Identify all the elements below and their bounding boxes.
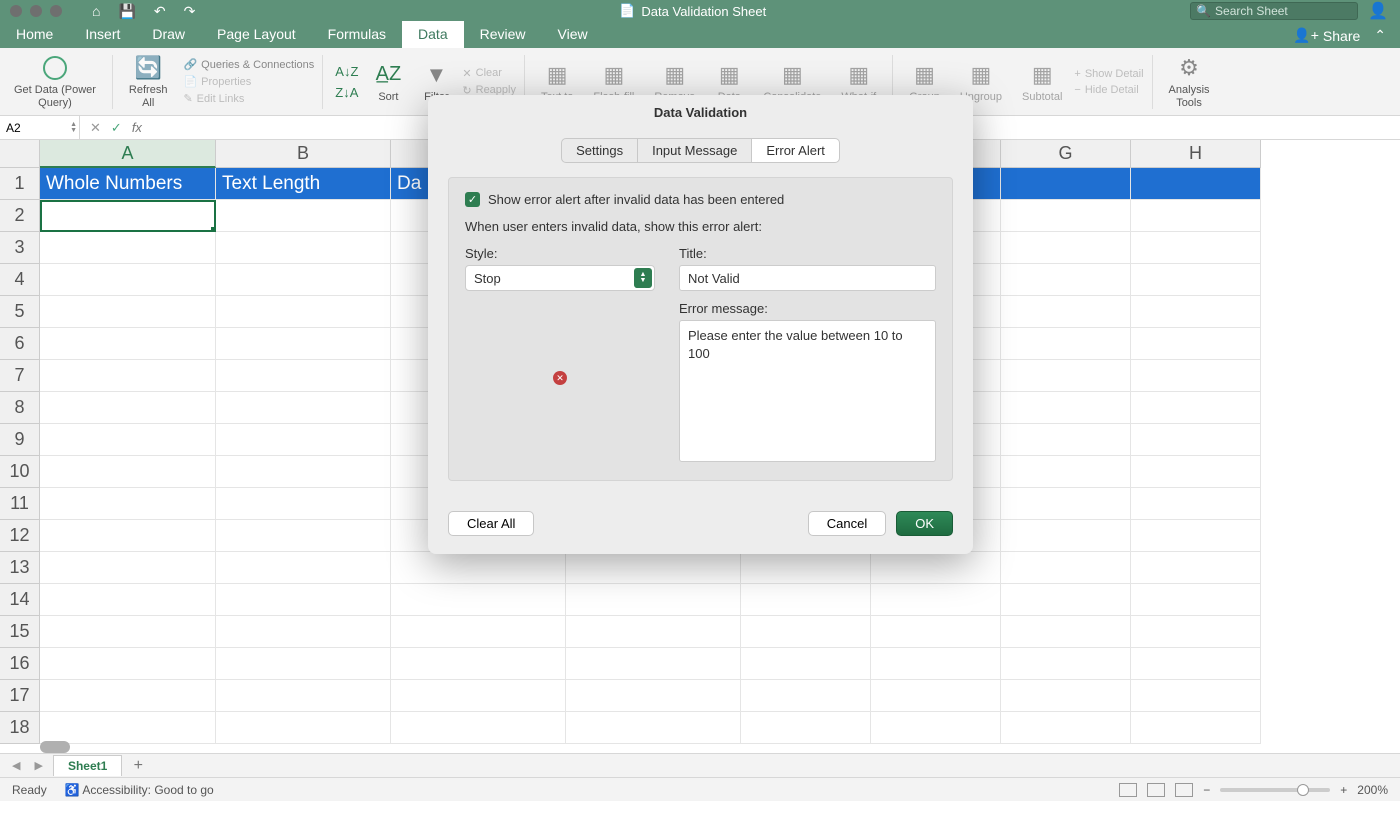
error-message-label: Error message: xyxy=(679,301,936,316)
clear-all-button[interactable]: Clear All xyxy=(448,511,534,536)
style-select[interactable]: Stop ▲▼ xyxy=(465,265,655,291)
title-label: Title: xyxy=(679,246,936,261)
show-error-alert-label: Show error alert after invalid data has … xyxy=(488,192,784,207)
tab-error-alert[interactable]: Error Alert xyxy=(752,138,840,163)
instruction-text: When user enters invalid data, show this… xyxy=(465,219,936,234)
error-message-textarea[interactable]: Please enter the value between 10 to 100 xyxy=(679,320,936,462)
modal-backdrop: Data Validation Settings Input Message E… xyxy=(0,0,1400,824)
title-input[interactable]: Not Valid xyxy=(679,265,936,291)
tab-settings[interactable]: Settings xyxy=(561,138,638,163)
stop-icon: ✕ xyxy=(553,371,567,385)
cancel-button[interactable]: Cancel xyxy=(808,511,886,536)
show-error-alert-checkbox[interactable]: ✓ xyxy=(465,192,480,207)
style-label: Style: xyxy=(465,246,655,261)
data-validation-dialog: Data Validation Settings Input Message E… xyxy=(428,95,973,554)
tab-input-message[interactable]: Input Message xyxy=(638,138,752,163)
dialog-title: Data Validation xyxy=(428,95,973,130)
chevron-updown-icon: ▲▼ xyxy=(634,268,652,288)
ok-button[interactable]: OK xyxy=(896,511,953,536)
dialog-tabs: Settings Input Message Error Alert xyxy=(448,138,953,163)
